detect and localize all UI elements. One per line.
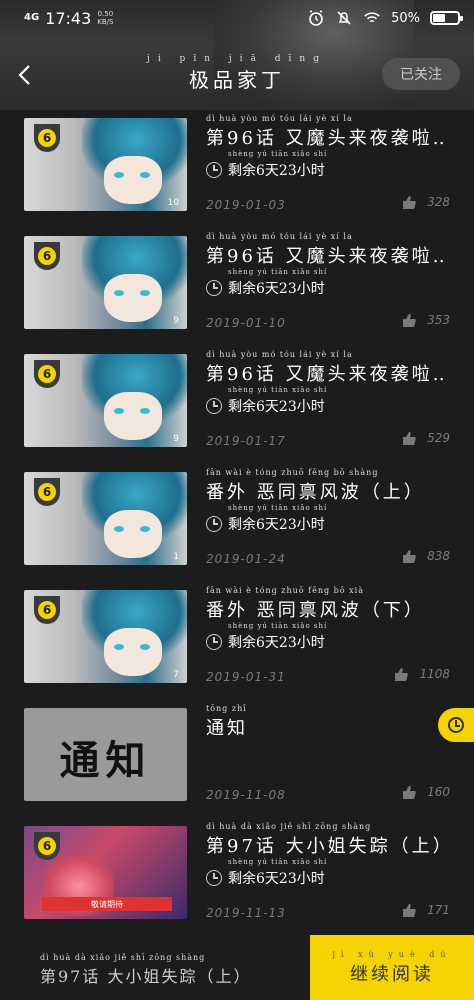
episode-row[interactable]: 通知 tōng zhī 通知 2019-11-08 160 [0, 700, 474, 818]
remaining-time: shèng yú tiān xiǎo shí 剩余6天23小时 [206, 858, 327, 888]
thumbs-up-icon [403, 904, 416, 917]
status-bar: 4G 17:43 0.50 KB/S 50% [0, 0, 474, 36]
episode-row[interactable]: 6 7 fān wài è tóng zhuō fēng bō xià 番外 恶… [0, 582, 474, 700]
remaining-time: shèng yú tiān xiǎo shí 剩余6天23小时 [206, 268, 327, 298]
episode-row[interactable]: 6 敬请期待 dì huà dà xiǎo jiě shī zōng shàng… [0, 818, 474, 936]
thumbs-up-icon [403, 196, 416, 209]
history-float-button[interactable] [438, 708, 474, 742]
episode-thumbnail: 6 1 [24, 472, 187, 565]
episode-row[interactable]: 6 9 dì huà yòu mó tóu lái yè xí la 第96话 … [0, 228, 474, 346]
like-button[interactable]: 328 [401, 194, 450, 210]
episode-list: 6 10 dì huà yòu mó tóu lái yè xí la 第96话… [0, 110, 474, 936]
thumbs-up-icon [403, 550, 416, 563]
episode-date: 2019-11-13 [206, 906, 286, 920]
thumbnail-number: 7 [173, 670, 179, 680]
clock-icon [206, 280, 222, 296]
like-button[interactable]: 529 [401, 430, 450, 446]
volume-badge: 6 [34, 478, 60, 506]
mute-icon [335, 9, 353, 27]
like-count: 353 [427, 313, 450, 327]
wifi-icon [363, 9, 381, 27]
battery-icon [430, 11, 463, 25]
volume-badge: 6 [34, 242, 60, 270]
notice-thumbnail-text: 通知 [59, 738, 152, 784]
remaining-time: shèng yú tiān xiǎo shí 剩余6天23小时 [206, 386, 327, 416]
like-button[interactable]: 838 [401, 548, 450, 564]
like-count: 171 [427, 903, 450, 917]
episode-date: 2019-01-17 [206, 434, 286, 448]
episode-thumbnail: 6 9 [24, 354, 187, 447]
clock-icon [206, 634, 222, 650]
episode-row[interactable]: 6 10 dì huà yòu mó tóu lái yè xí la 第96话… [0, 110, 474, 228]
volume-badge: 6 [34, 832, 60, 860]
network-speed: 0.50 KB/S [97, 10, 114, 26]
remaining-time: shèng yú tiān xiǎo shí 剩余6天23小时 [206, 504, 327, 534]
network-indicator: 4G [24, 12, 40, 23]
episode-row[interactable]: 6 9 dì huà yòu mó tóu lái yè xí la 第96话 … [0, 346, 474, 464]
last-read-chapter[interactable]: dì huà dà xiǎo jiě shī zōng shàng 第97话 大… [40, 953, 251, 987]
episode-date: 2019-01-24 [206, 552, 286, 566]
title-bar: jí pǐn jiā dīng 极品家丁 已关注 [0, 48, 474, 104]
volume-badge: 6 [34, 360, 60, 388]
episode-title: dì huà dà xiǎo jiě shī zōng shàng 第97话 大… [206, 822, 446, 857]
like-count: 1108 [419, 667, 450, 681]
thumbnail-number: 1 [173, 552, 179, 562]
episode-thumbnail: 通知 [24, 708, 187, 801]
remaining-time: shèng yú tiān xiǎo shí 剩余6天23小时 [206, 150, 327, 180]
episode-title: fān wài è tóng zhuō fēng bō shàng 番外 恶同禀… [206, 468, 425, 503]
episode-thumbnail: 6 9 [24, 236, 187, 329]
volume-badge: 6 [34, 596, 60, 624]
episode-date: 2019-11-08 [206, 788, 286, 802]
thumbs-up-icon [403, 786, 416, 799]
thumbs-up-icon [403, 432, 416, 445]
thumbnail-number: 10 [167, 198, 179, 208]
thumbnail-banner: 敬请期待 [42, 897, 172, 911]
like-button[interactable]: 171 [401, 902, 450, 918]
clock-icon [448, 717, 464, 733]
episode-thumbnail: 6 7 [24, 590, 187, 683]
like-button[interactable]: 1108 [393, 666, 450, 682]
episode-date: 2019-01-31 [206, 670, 286, 684]
clock-icon [206, 162, 222, 178]
clock-icon [206, 870, 222, 886]
thumbs-up-icon [395, 668, 409, 681]
episode-thumbnail: 6 敬请期待 [24, 826, 187, 919]
like-button[interactable]: 353 [401, 312, 450, 328]
episode-title: dì huà yòu mó tóu lái yè xí la 第96话 又魔头来… [206, 232, 446, 267]
episode-title: dì huà yòu mó tóu lái yè xí la 第96话 又魔头来… [206, 350, 446, 385]
clock-icon [206, 516, 222, 532]
like-count: 529 [427, 431, 450, 445]
episode-title: tōng zhī 通知 [206, 704, 248, 739]
like-count: 160 [427, 785, 450, 799]
episode-title: fān wài è tóng zhuō fēng bō xià 番外 恶同禀风波… [206, 586, 425, 621]
alarm-icon [307, 9, 325, 27]
battery-percent: 50% [391, 10, 420, 26]
follow-button[interactable]: 已关注 [382, 58, 460, 90]
remaining-time: shèng yú tiān xiǎo shí 剩余6天23小时 [206, 622, 327, 652]
episode-date: 2019-01-10 [206, 316, 286, 330]
clock-icon [206, 398, 222, 414]
thumbs-up-icon [403, 314, 416, 327]
like-count: 328 [427, 195, 450, 209]
episode-thumbnail: 6 10 [24, 118, 187, 211]
clock-time: 17:43 [45, 8, 92, 28]
thumbnail-number: 9 [173, 434, 179, 444]
episode-date: 2019-01-03 [206, 198, 286, 212]
continue-reading-button[interactable]: jì xù yuè dú 继续阅读 [310, 935, 474, 1000]
volume-badge: 6 [34, 124, 60, 152]
like-count: 838 [427, 549, 450, 563]
episode-row[interactable]: 6 1 fān wài è tóng zhuō fēng bō shàng 番外… [0, 464, 474, 582]
like-button[interactable]: 160 [401, 784, 450, 800]
bottom-bar: dì huà dà xiǎo jiě shī zōng shàng 第97话 大… [0, 935, 474, 1000]
thumbnail-number: 9 [173, 316, 179, 326]
episode-title: dì huà yòu mó tóu lái yè xí la 第96话 又魔头来… [206, 114, 446, 149]
